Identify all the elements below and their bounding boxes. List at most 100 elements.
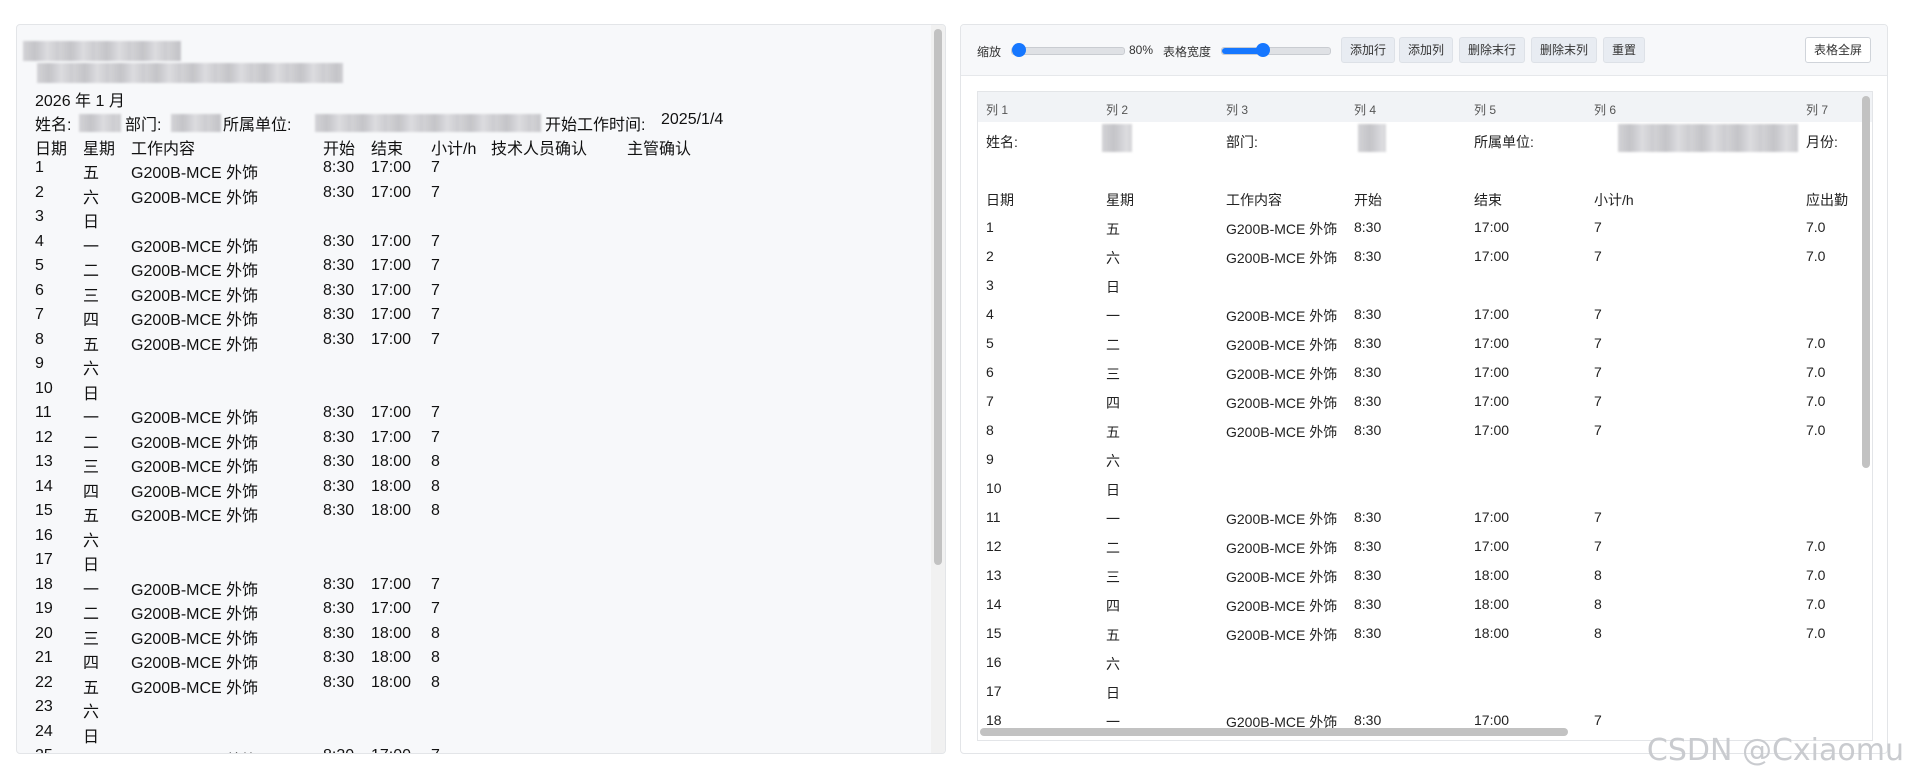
table-cell[interactable]: 二 [1106, 335, 1120, 355]
table-cell[interactable]: 开始 [1354, 190, 1382, 210]
table-cell[interactable]: 8 [986, 422, 994, 438]
table-cell[interactable]: 17:00 [1474, 306, 1509, 322]
table-cell[interactable]: 8:30 [1354, 219, 1381, 235]
table-cell[interactable]: 17:00 [1474, 219, 1509, 235]
preview-scroll-thumb[interactable] [934, 29, 942, 565]
table-cell[interactable]: 11 [986, 509, 1001, 525]
table-cell[interactable]: 14 [986, 596, 1002, 612]
table-cell[interactable]: 应出勤 [1806, 190, 1848, 210]
reset-button[interactable]: 重置 [1603, 37, 1646, 63]
table-cell[interactable]: 18 [986, 712, 1002, 728]
column-header[interactable]: 列 7 [1806, 101, 1828, 118]
column-header[interactable]: 列 3 [1226, 101, 1248, 118]
table-cell[interactable]: G200B-MCE 外饰 [1226, 596, 1337, 616]
table-cell[interactable]: 工作内容 [1226, 190, 1282, 210]
table-cell[interactable]: 五 [1106, 219, 1120, 239]
table-cell[interactable]: 7.0 [1806, 335, 1825, 351]
table-cell[interactable]: 13 [986, 567, 1002, 583]
table-cell[interactable]: 17:00 [1474, 364, 1509, 380]
table-cell[interactable]: 8:30 [1354, 509, 1381, 525]
table-cell[interactable]: 7.0 [1806, 364, 1825, 380]
column-header[interactable]: 列 4 [1354, 101, 1376, 118]
table-cell[interactable]: 8:30 [1354, 596, 1381, 612]
table-cell[interactable]: G200B-MCE 外饰 [1226, 364, 1337, 384]
table-cell[interactable]: 8:30 [1354, 248, 1381, 264]
table-cell[interactable]: 8:30 [1354, 625, 1381, 641]
table-cell[interactable]: 日 [1106, 277, 1120, 297]
table-cell[interactable]: G200B-MCE 外饰 [1226, 335, 1337, 355]
table-cell[interactable]: 18:00 [1474, 596, 1509, 612]
column-header[interactable]: 列 1 [986, 101, 1008, 118]
table-cell[interactable]: 7 [1594, 712, 1602, 728]
table-fullscreen-button[interactable]: 表格全屏 [1805, 37, 1872, 63]
table-cell[interactable]: 8:30 [1354, 364, 1381, 380]
table-cell[interactable]: G200B-MCE 外饰 [1226, 509, 1337, 529]
table-cell[interactable]: 7.0 [1806, 248, 1825, 264]
table-cell[interactable]: G200B-MCE 外饰 [1226, 625, 1337, 645]
table-cell[interactable]: 7 [1594, 509, 1602, 525]
table-cell[interactable]: 8 [1594, 625, 1602, 641]
table-cell[interactable]: G200B-MCE 外饰 [1226, 538, 1337, 558]
table-cell[interactable]: 7.0 [1806, 422, 1825, 438]
table-cell[interactable]: 15 [986, 625, 1002, 641]
table-cell[interactable]: 6 [986, 364, 994, 380]
table-cell[interactable]: 7.0 [1806, 538, 1825, 554]
table-cell[interactable]: 17:00 [1474, 712, 1509, 728]
table-cell[interactable]: 三 [1106, 567, 1120, 587]
column-header[interactable]: 列 2 [1106, 101, 1128, 118]
table-cell[interactable]: 17 [986, 683, 1002, 699]
table-cell[interactable]: 8 [1594, 567, 1602, 583]
table-cell[interactable]: 二 [1106, 538, 1120, 558]
table-cell[interactable]: 一 [1106, 509, 1120, 529]
table-cell[interactable]: 结束 [1474, 190, 1502, 210]
table-cell[interactable]: 7 [1594, 335, 1602, 351]
table-cell[interactable]: 8:30 [1354, 422, 1381, 438]
table-cell[interactable]: G200B-MCE 外饰 [1226, 248, 1337, 268]
table-cell[interactable]: 8:30 [1354, 393, 1381, 409]
table-cell[interactable]: 17:00 [1474, 538, 1509, 554]
table-cell[interactable]: 17:00 [1474, 509, 1509, 525]
table-cell[interactable]: 小计/h [1594, 190, 1634, 210]
table-cell[interactable]: 8:30 [1354, 567, 1381, 583]
table-cell[interactable]: 17:00 [1474, 422, 1509, 438]
table-cell[interactable]: G200B-MCE 外饰 [1226, 306, 1337, 326]
table-cell[interactable]: 4 [986, 306, 994, 322]
table-cell[interactable]: 六 [1106, 451, 1120, 471]
table-cell[interactable]: 五 [1106, 625, 1120, 645]
table-cell[interactable]: 10 [986, 480, 1002, 496]
table-cell[interactable]: 5 [986, 335, 994, 351]
table-cell[interactable]: 日 [1106, 480, 1120, 500]
table-cell[interactable]: G200B-MCE 外饰 [1226, 219, 1337, 239]
table-cell[interactable]: G200B-MCE 外饰 [1226, 567, 1337, 587]
table-cell[interactable]: 7 [1594, 422, 1602, 438]
table-cell[interactable]: 18:00 [1474, 625, 1509, 641]
column-header[interactable]: 列 5 [1474, 101, 1496, 118]
table-cell[interactable]: 12 [986, 538, 1002, 554]
table-cell[interactable]: 7 [1594, 306, 1602, 322]
table-cell[interactable]: 日 [1106, 683, 1120, 703]
table-cell[interactable]: 7 [1594, 538, 1602, 554]
table-cell[interactable]: 所属单位: [1474, 132, 1534, 152]
add-row-button[interactable]: 添加行 [1341, 37, 1396, 63]
table-cell[interactable]: 7.0 [1806, 393, 1825, 409]
table-cell[interactable]: 16 [986, 654, 1002, 670]
table-vertical-scrollbar[interactable] [1862, 96, 1870, 468]
table-cell[interactable]: 星期 [1106, 190, 1134, 210]
table-cell[interactable]: G200B-MCE 外饰 [1226, 393, 1337, 413]
table-cell[interactable]: 三 [1106, 364, 1120, 384]
table-cell[interactable]: 1 [986, 219, 994, 235]
table-cell[interactable]: 部门: [1226, 132, 1258, 152]
table-cell[interactable]: 7 [1594, 219, 1602, 235]
table-cell[interactable]: 六 [1106, 654, 1120, 674]
table-cell[interactable]: 8 [1594, 596, 1602, 612]
table-cell[interactable]: 8:30 [1354, 538, 1381, 554]
table-width-slider[interactable] [1221, 43, 1331, 57]
table-cell[interactable]: 18:00 [1474, 567, 1509, 583]
table-cell[interactable]: 9 [986, 451, 994, 467]
table-cell[interactable]: 7.0 [1806, 567, 1825, 583]
table-cell[interactable]: 姓名: [986, 132, 1018, 152]
table-cell[interactable]: 六 [1106, 248, 1120, 268]
table-cell[interactable]: 日期 [986, 190, 1014, 210]
table-cell[interactable]: 17:00 [1474, 248, 1509, 264]
table-cell[interactable]: 7 [1594, 248, 1602, 264]
